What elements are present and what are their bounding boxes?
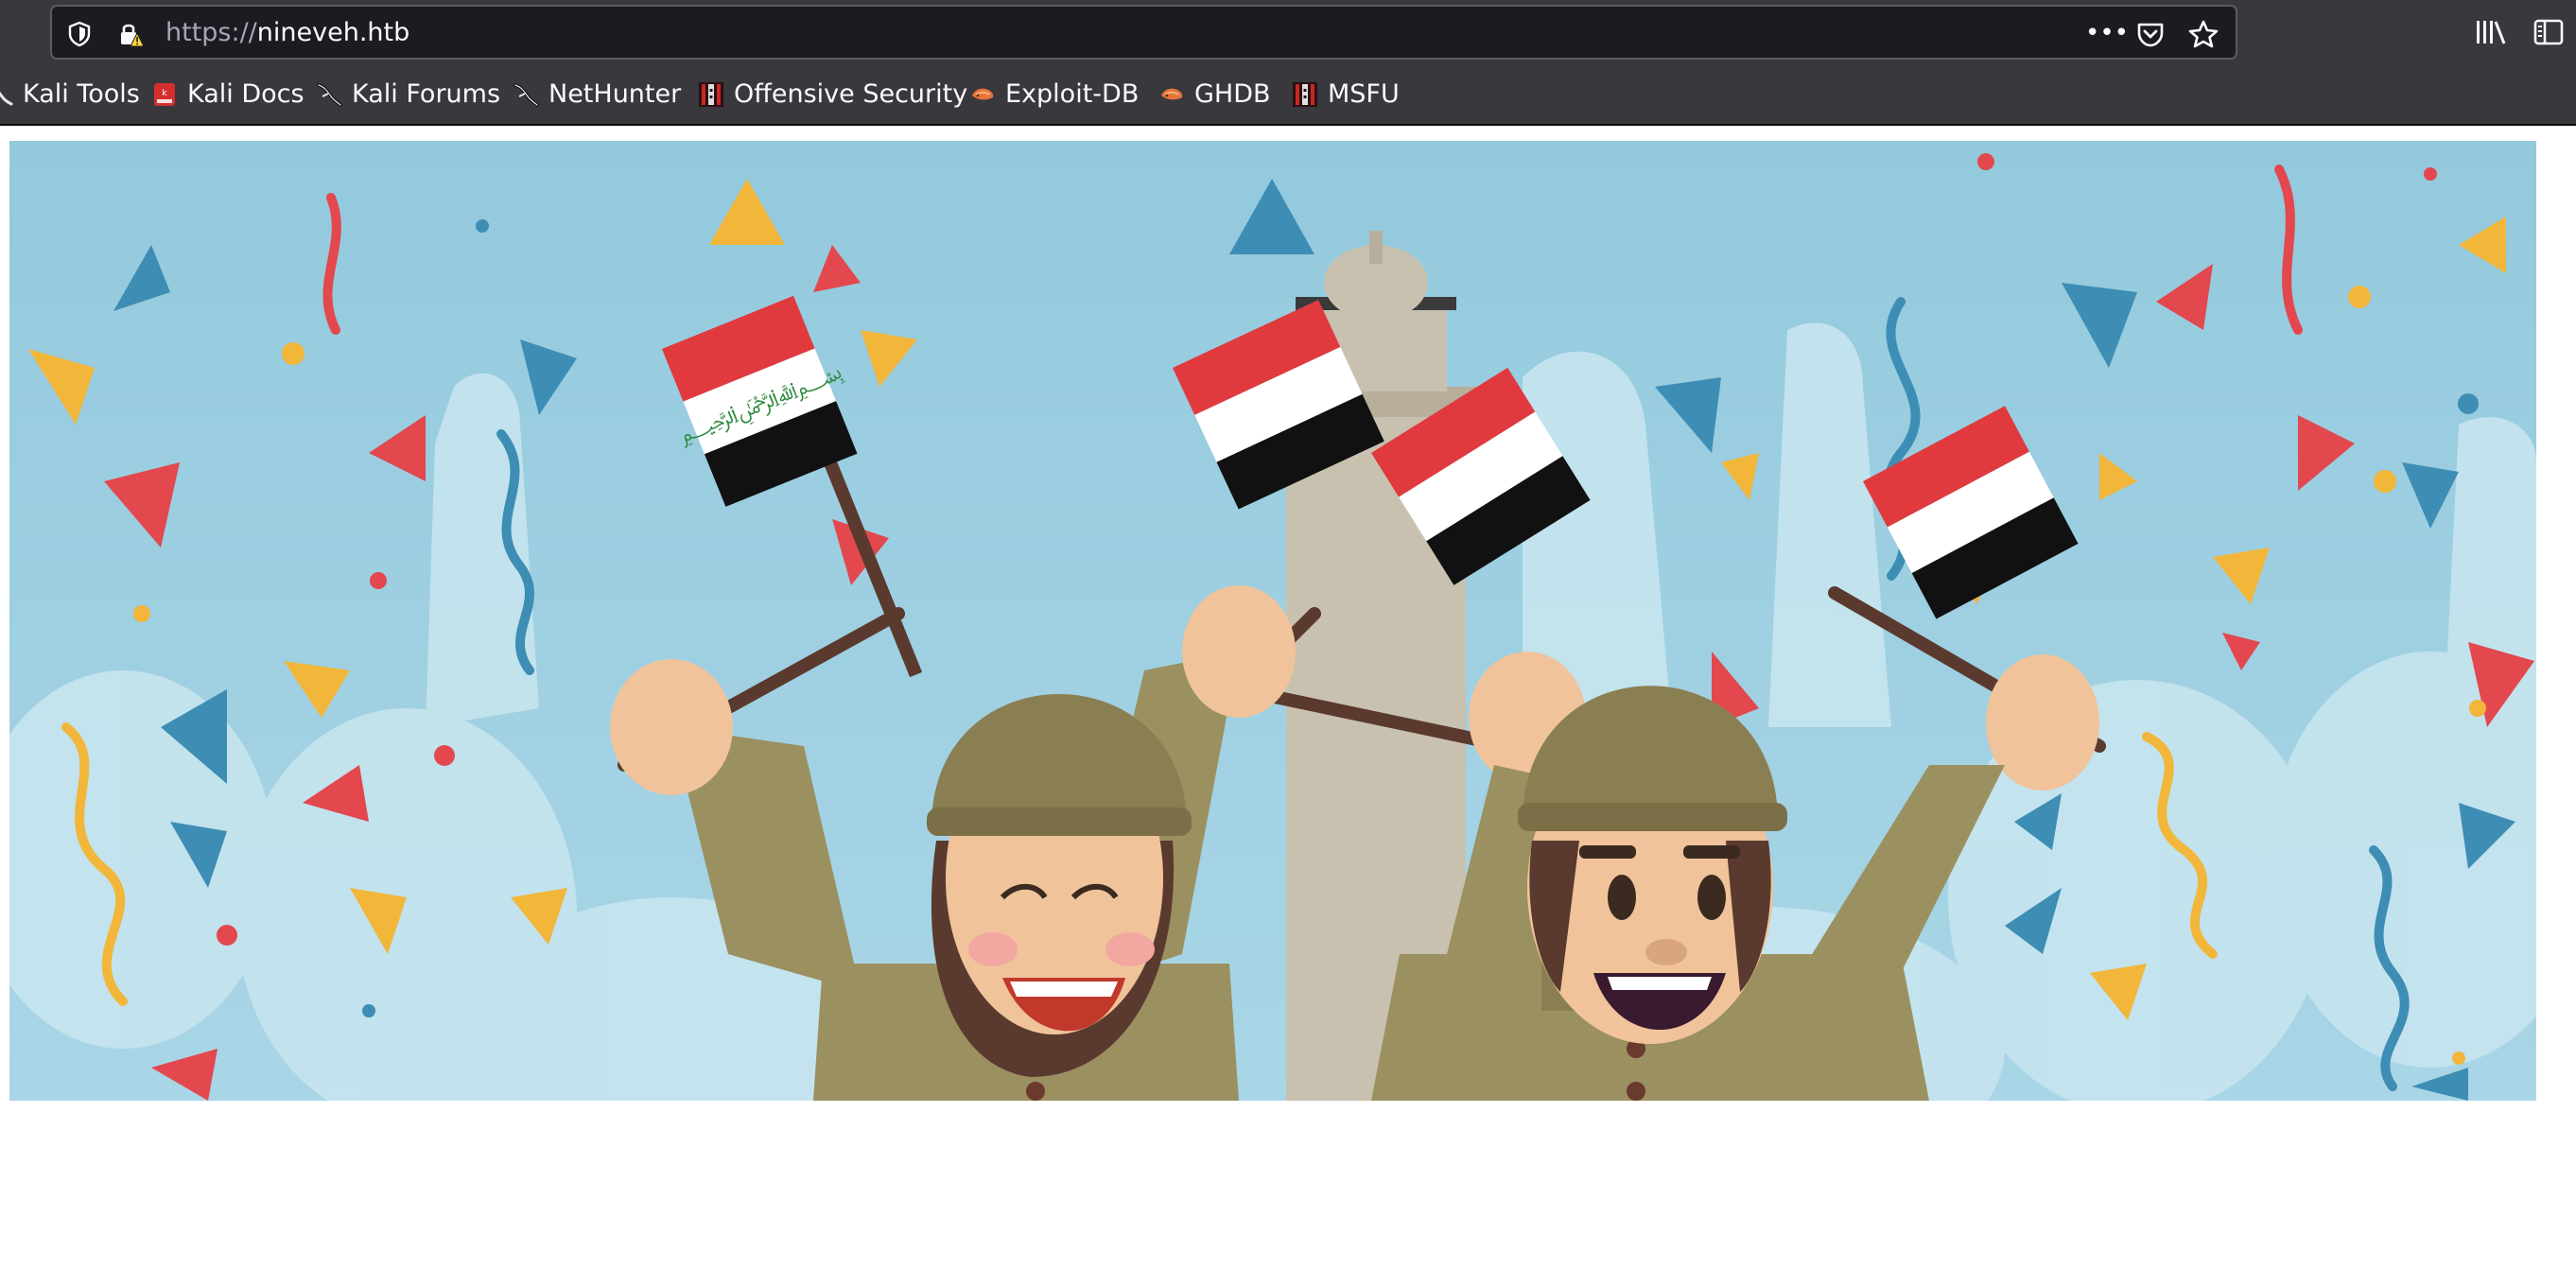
bookmark-label: GHDB — [1194, 79, 1271, 109]
bookmark-msfu[interactable]: MSFU — [1292, 78, 1400, 112]
bookmark-kali-forums[interactable]: Kali Forums — [316, 78, 500, 112]
url-scheme: https:// — [165, 18, 257, 47]
bookmark-label: NetHunter — [548, 79, 682, 109]
bookmark-offensive-security[interactable]: Offensive Security — [698, 78, 967, 112]
kali-dragon-icon — [317, 83, 342, 107]
kali-dragon-icon — [0, 91, 13, 106]
hero-image: ﷽ — [9, 141, 2536, 1101]
bookmarks-toolbar: Kali Tools k Kali Docs Kali Forums NetHu… — [0, 64, 2576, 125]
browser-chrome: https://nineveh.htb ••• Kali Tools k Kal… — [0, 0, 2576, 126]
bookmark-kali-docs[interactable]: k Kali Docs — [151, 78, 305, 112]
bookmark-label: Kali Forums — [352, 79, 501, 109]
page-content: ﷽ — [0, 126, 2576, 1286]
bookmark-nethunter[interactable]: NetHunter — [513, 78, 681, 112]
bookmark-label: Exploit-DB — [1005, 79, 1140, 109]
pocket-icon[interactable] — [2134, 19, 2167, 49]
library-icon[interactable] — [2473, 15, 2507, 49]
celebration-illustration: ﷽ — [9, 141, 2536, 1101]
bookmark-label: Kali Tools — [23, 79, 140, 109]
bookmark-label: MSFU — [1328, 79, 1400, 109]
offsec-icon — [1293, 82, 1317, 107]
offsec-icon — [699, 82, 723, 107]
page-actions-menu-icon[interactable]: ••• — [2085, 19, 2129, 49]
insecure-lock-icon[interactable] — [116, 20, 145, 48]
kali-dragon-icon — [513, 83, 539, 107]
exploitdb-icon — [1161, 88, 1183, 100]
sidebar-toggle-icon[interactable] — [2532, 15, 2566, 49]
url-text[interactable]: https://nineveh.htb — [165, 18, 409, 48]
bookmark-label: Kali Docs — [187, 79, 305, 109]
bookmark-label: Offensive Security — [734, 79, 968, 109]
bookmark-star-icon[interactable] — [2187, 19, 2219, 49]
bookmark-kali-tools[interactable]: Kali Tools — [0, 78, 140, 112]
url-host: nineveh.htb — [256, 18, 410, 47]
svg-text:k: k — [162, 89, 167, 98]
url-bar[interactable]: https://nineveh.htb ••• — [50, 5, 2237, 60]
exploitdb-icon — [972, 88, 994, 100]
bookmark-exploit-db[interactable]: Exploit-DB — [969, 78, 1139, 112]
navigation-toolbar: https://nineveh.htb ••• — [0, 0, 2576, 64]
kali-docs-icon: k — [154, 83, 175, 106]
bookmark-ghdb[interactable]: GHDB — [1158, 78, 1271, 112]
tracking-protection-shield-icon[interactable] — [65, 20, 94, 48]
